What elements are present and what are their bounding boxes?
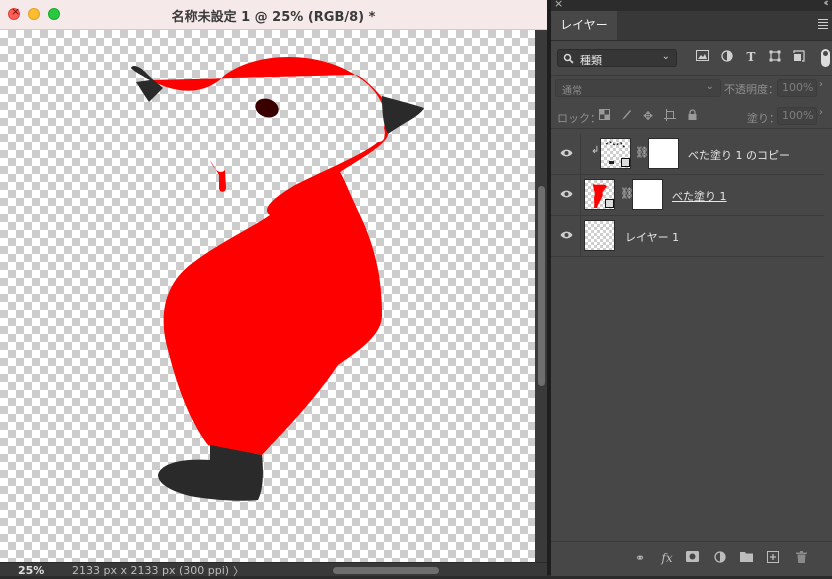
eye-column-divider [580, 175, 581, 215]
lock-label: ロック： [557, 112, 601, 125]
fill-chevron-icon[interactable]: › [819, 107, 823, 118]
filter-toggle-switch[interactable] [821, 49, 830, 67]
lock-all-icon[interactable] [685, 109, 699, 123]
fill-field[interactable]: 100% [777, 107, 817, 125]
document-title: 名称未設定 1 @ 25% (RGB/8) * [171, 10, 376, 25]
red-drip [210, 160, 226, 192]
fill-label: 塗り： [747, 112, 780, 125]
layer-filter-row: 種類 ⌄ T [551, 41, 832, 76]
opacity-field[interactable]: 100% [777, 79, 817, 97]
layer-name[interactable]: べた塗り 1 のコピー [688, 147, 790, 163]
document-title-bar[interactable]: 名称未設定 1 @ 25% (RGB/8) * [0, 0, 547, 30]
shape-filter-icon[interactable] [768, 50, 782, 64]
dark-boot-shape [158, 445, 263, 501]
layer-name[interactable]: レイヤー 1 [625, 229, 679, 245]
visibility-eye-icon[interactable] [560, 148, 573, 158]
horizontal-scroll-thumb[interactable] [333, 567, 439, 574]
blend-mode-select[interactable]: 通常 ⌄ [555, 79, 721, 97]
opacity-chevron-icon[interactable]: › [819, 79, 823, 90]
blend-row: 通常 ⌄ 不透明度： 100% › [551, 76, 832, 100]
visibility-eye-icon[interactable] [560, 189, 573, 199]
dark-cap-shape [131, 66, 163, 102]
new-group-icon[interactable] [739, 551, 753, 565]
layers-panel-footer: ⚭ fx [551, 541, 832, 576]
layer-row-fill[interactable]: ⛓ べた塗り 1 [551, 175, 824, 216]
lock-transparent-icon[interactable] [597, 109, 611, 123]
chevron-down-icon: ⌄ [661, 51, 670, 62]
panel-menu-icon[interactable] [818, 19, 828, 31]
link-layers-icon[interactable]: ⚭ [633, 551, 647, 565]
layer-thumbnail[interactable] [584, 220, 615, 251]
clipping-arrow-icon: ↲ [591, 145, 600, 156]
lock-row: ロック： ✥ 塗り： 100% › [551, 104, 832, 129]
document-size: 2133 px x 2133 px (300 ppi) [72, 564, 230, 577]
panel-header-strip: × ‹‹ [551, 0, 832, 11]
lock-position-icon[interactable]: ✥ [641, 109, 655, 123]
layer-mask-thumbnail[interactable] [632, 179, 663, 210]
status-bar: 25% 2133 px x 2133 px (300 ppi) 〉 [0, 562, 547, 579]
vertical-scrollbar[interactable] [535, 30, 547, 562]
add-mask-icon[interactable] [685, 551, 699, 565]
layer-thumbnail[interactable] [584, 179, 615, 210]
panel-tab-bar: レイヤー [551, 11, 832, 41]
zoom-level[interactable]: 25% [18, 564, 44, 577]
fx-icon[interactable]: fx [660, 551, 674, 565]
layer-name[interactable]: べた塗り 1 [672, 188, 727, 204]
chevron-down-icon: ⌄ [705, 81, 714, 92]
status-menu-arrow[interactable]: 〉 [233, 563, 244, 579]
new-adjustment-icon[interactable] [713, 551, 727, 565]
adjustment-filter-icon[interactable] [720, 50, 734, 64]
smart-object-filter-icon[interactable] [792, 50, 806, 64]
filter-kind-value: 種類 [580, 54, 602, 67]
image-filter-icon[interactable] [695, 50, 709, 64]
eye-column-divider [580, 134, 581, 174]
dark-beak-shape [382, 96, 424, 134]
filter-kind-select[interactable]: 種類 ⌄ [557, 49, 677, 67]
blend-mode-value: 通常 [562, 86, 582, 97]
visibility-eye-icon[interactable] [560, 230, 573, 240]
new-layer-icon[interactable] [766, 551, 780, 565]
type-filter-icon[interactable]: T [744, 50, 758, 64]
artwork [131, 56, 424, 501]
tab-layers[interactable]: レイヤー [551, 11, 617, 40]
canvas[interactable] [0, 30, 535, 562]
collapse-panel-icon[interactable]: ‹‹ [823, 0, 829, 9]
layers-panel: × ‹‹ レイヤー 種類 ⌄ T 通常 ⌄ 不透明度： 100% › ロック： … [551, 0, 832, 576]
smart-object-badge-icon [621, 158, 630, 167]
document-window: 名称未設定 1 @ 25% (RGB/8) * 25% 2133 px x 21… [0, 0, 547, 579]
lock-image-icon[interactable] [619, 109, 633, 123]
layer-thumbnail[interactable] [600, 138, 631, 169]
eye-shape [255, 98, 279, 118]
eye-column-divider [580, 216, 581, 256]
layer-row-fill-copy[interactable]: ↲ ⛓ べた塗り 1 のコピー [551, 134, 824, 175]
smart-object-badge-icon [605, 199, 614, 208]
search-icon [563, 53, 574, 64]
vertical-scroll-thumb[interactable] [538, 186, 545, 386]
lock-artboard-icon[interactable] [663, 109, 677, 123]
mask-link-icon[interactable]: ⛓ [620, 188, 634, 200]
close-panel-icon[interactable]: × [554, 0, 563, 10]
layer-mask-thumbnail[interactable] [648, 138, 679, 169]
delete-layer-icon[interactable] [794, 551, 808, 565]
layer-row-layer1[interactable]: レイヤー 1 [551, 216, 824, 257]
mask-link-icon[interactable]: ⛓ [635, 147, 649, 159]
opacity-label: 不透明度： [724, 83, 779, 96]
